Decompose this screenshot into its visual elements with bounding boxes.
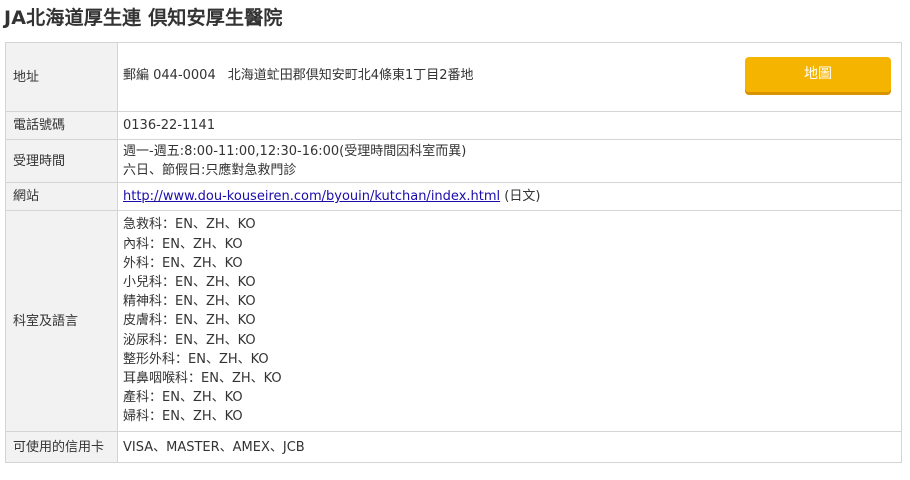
website-link[interactable]: http://www.dou-kouseiren.com/byouin/kutc…	[123, 189, 500, 204]
list-item: 精神科：EN、ZH、KO	[123, 294, 256, 310]
table-row-phone: 電話號碼 0136-22-1141	[5, 111, 902, 140]
list-item: 內科：EN、ZH、KO	[123, 236, 243, 252]
list-item: 婦科：EN、ZH、KO	[123, 409, 243, 425]
department-list: 急救科：EN、ZH、KO 內科：EN、ZH、KO 外科：EN、ZH、KO 小兒科…	[123, 215, 901, 426]
website-value: http://www.dou-kouseiren.com/byouin/kutc…	[117, 182, 902, 211]
list-item: 泌尿科：EN、ZH、KO	[123, 332, 256, 348]
map-button[interactable]: 地圖	[745, 57, 891, 92]
street-address: 北海道虻田郡倶知安町北4條東1丁目2番地	[227, 68, 474, 83]
table-row-departments: 科室及語言 急救科：EN、ZH、KO 內科：EN、ZH、KO 外科：EN、ZH、…	[5, 210, 902, 432]
list-item: 外科：EN、ZH、KO	[123, 255, 243, 271]
list-item: 小兒科：EN、ZH、KO	[123, 274, 256, 290]
address-cell: 郵編 044-0004 北海道虻田郡倶知安町北4條東1丁目2番地 地圖	[117, 42, 902, 112]
departments-value: 急救科：EN、ZH、KO 內科：EN、ZH、KO 外科：EN、ZH、KO 小兒科…	[117, 210, 902, 432]
departments-label: 科室及語言	[5, 210, 118, 432]
hours-label: 受理時間	[5, 139, 118, 183]
page-title: JA北海道厚生連 倶知安厚生醫院	[4, 7, 283, 29]
list-item: 急救科：EN、ZH、KO	[123, 217, 256, 233]
website-language-note: (日文)	[504, 189, 541, 204]
list-item: 耳鼻咽喉科：EN、ZH、KO	[123, 371, 282, 386]
website-label: 網站	[5, 182, 118, 211]
list-item: 整形外科：EN、ZH、KO	[123, 351, 269, 367]
hours-weekday: 週一-週五:8:00-11:00,12:30-16:00(受理時間因科室而異)	[123, 144, 467, 159]
credit-cards-value: VISA、MASTER、AMEX、JCB	[117, 431, 902, 463]
table-row-website: 網站 http://www.dou-kouseiren.com/byouin/k…	[5, 182, 902, 211]
hours-weekend: 六日、節假日:只應對急救門診	[123, 163, 297, 178]
table-row-hours: 受理時間 週一-週五:8:00-11:00,12:30-16:00(受理時間因科…	[5, 139, 902, 183]
phone-label: 電話號碼	[5, 111, 118, 140]
address-label: 地址	[5, 42, 118, 112]
list-item: 皮膚科：EN、ZH、KO	[123, 313, 256, 329]
phone-value: 0136-22-1141	[117, 111, 902, 140]
hours-value: 週一-週五:8:00-11:00,12:30-16:00(受理時間因科室而異) …	[117, 139, 902, 183]
credit-cards-label: 可使用的信用卡	[5, 431, 118, 463]
hospital-info-table: 地址 郵編 044-0004 北海道虻田郡倶知安町北4條東1丁目2番地 地圖 電話…	[5, 42, 902, 463]
address-text: 郵編 044-0004 北海道虻田郡倶知安町北4條東1丁目2番地	[123, 66, 474, 85]
postal-code: 郵編 044-0004	[123, 68, 216, 83]
list-item: 產科：EN、ZH、KO	[123, 390, 243, 406]
table-row-address: 地址 郵編 044-0004 北海道虻田郡倶知安町北4條東1丁目2番地 地圖	[5, 42, 902, 112]
table-row-credit-cards: 可使用的信用卡 VISA、MASTER、AMEX、JCB	[5, 431, 902, 463]
